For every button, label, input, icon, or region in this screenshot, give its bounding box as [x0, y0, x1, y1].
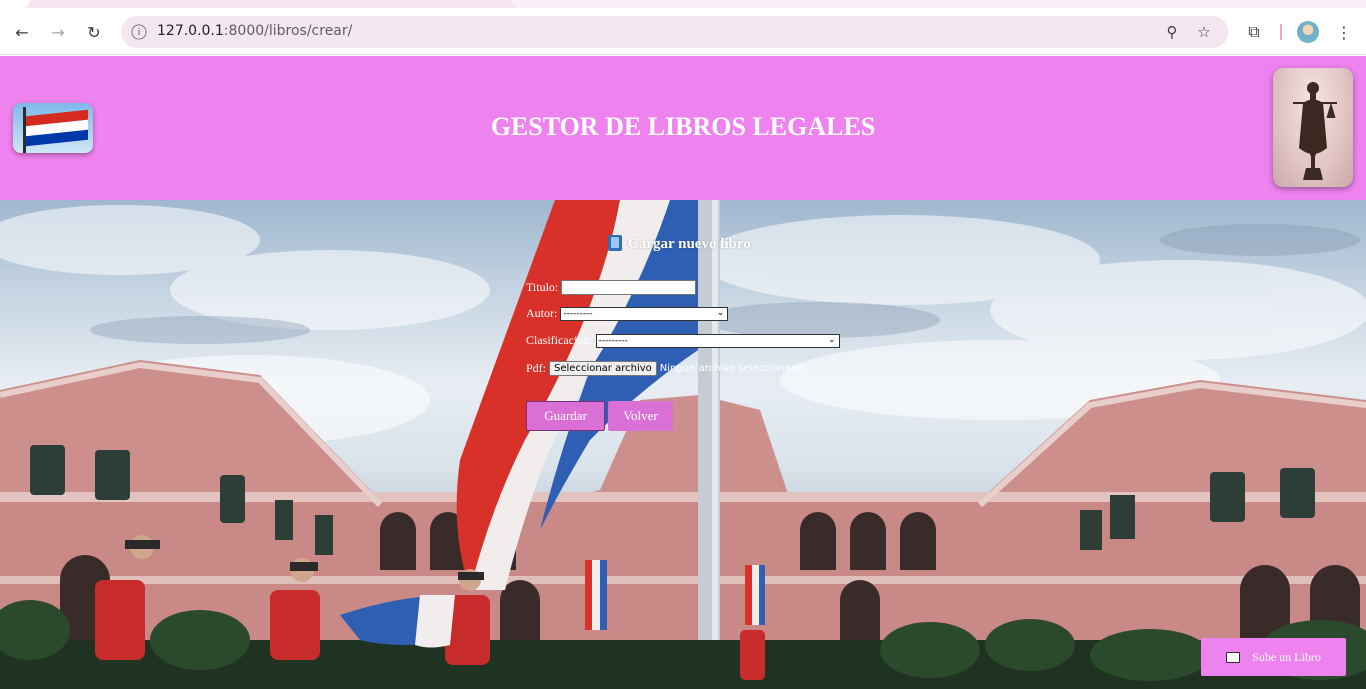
- pdf-row: Pdf: Seleccionar archivo Ningún archivo …: [526, 361, 804, 376]
- tab-strip: [0, 0, 1366, 8]
- upload-book-button[interactable]: Sube un Libro: [1201, 638, 1346, 676]
- file-select-button[interactable]: Seleccionar archivo: [549, 361, 657, 376]
- url-host: 127.0.0.1: [157, 23, 224, 39]
- titulo-row: Titulo:: [526, 280, 697, 295]
- address-bar[interactable]: i 127.0.0.1:8000/libros/crear/ ⚲ ☆: [121, 16, 1228, 48]
- url-text[interactable]: 127.0.0.1:8000/libros/crear/: [157, 23, 352, 39]
- site-info-icon[interactable]: i: [131, 24, 147, 40]
- clasificacion-select[interactable]: --------- ⌄: [595, 333, 840, 348]
- site-title: GESTOR DE LIBROS LEGALES: [490, 112, 876, 141]
- lady-justice-logo: [1273, 68, 1353, 187]
- active-tab[interactable]: [0, 0, 30, 8]
- zoom-icon[interactable]: ⚲: [1160, 20, 1184, 44]
- palace-background-image: [0, 200, 1366, 689]
- kebab-menu-icon[interactable]: ⋮: [1330, 18, 1358, 46]
- clasificacion-label: Clasificacion:: [526, 333, 593, 347]
- autor-selected-value: ---------: [563, 308, 593, 319]
- profile-avatar[interactable]: [1297, 21, 1319, 43]
- upload-book-label: Sube un Libro: [1252, 649, 1321, 664]
- back-button[interactable]: Volver: [608, 401, 673, 431]
- autor-select[interactable]: --------- ⌄: [560, 306, 729, 321]
- url-path: :8000/libros/crear/: [223, 23, 353, 39]
- star-icon[interactable]: ☆: [1192, 20, 1216, 44]
- book-icon: [1226, 651, 1241, 663]
- pdf-label: Pdf:: [526, 361, 547, 375]
- form-heading-text: Cargar nuevo libro: [628, 236, 751, 252]
- save-button[interactable]: Guardar: [526, 401, 605, 431]
- file-status-text: Ningún archivo seleccionado: [659, 363, 804, 374]
- browser-toolbar: ← → ↻ i 127.0.0.1:8000/libros/crear/ ⚲ ☆…: [0, 8, 1366, 55]
- form-heading: Cargar nuevo libro: [608, 235, 751, 253]
- new-tab-area[interactable]: [512, 0, 1366, 8]
- chevron-down-icon: ⌄: [716, 307, 725, 318]
- autor-row: Autor: --------- ⌄: [526, 306, 729, 321]
- chevron-down-icon: ⌄: [828, 334, 836, 345]
- titulo-label: Titulo:: [526, 280, 559, 294]
- autor-label: Autor:: [526, 306, 558, 320]
- back-arrow-icon[interactable]: ←: [8, 18, 36, 46]
- toolbar-divider: [1280, 24, 1282, 40]
- site-header: GESTOR DE LIBROS LEGALES: [0, 56, 1366, 200]
- book-icon: [608, 235, 622, 251]
- clasificacion-selected-value: ---------: [598, 335, 628, 346]
- titulo-input[interactable]: [561, 280, 697, 295]
- extensions-icon[interactable]: ⧉: [1240, 18, 1268, 46]
- clasificacion-row: Clasificacion: --------- ⌄: [526, 333, 840, 348]
- reload-icon[interactable]: ↻: [80, 18, 108, 46]
- forward-arrow-icon[interactable]: →: [44, 18, 72, 46]
